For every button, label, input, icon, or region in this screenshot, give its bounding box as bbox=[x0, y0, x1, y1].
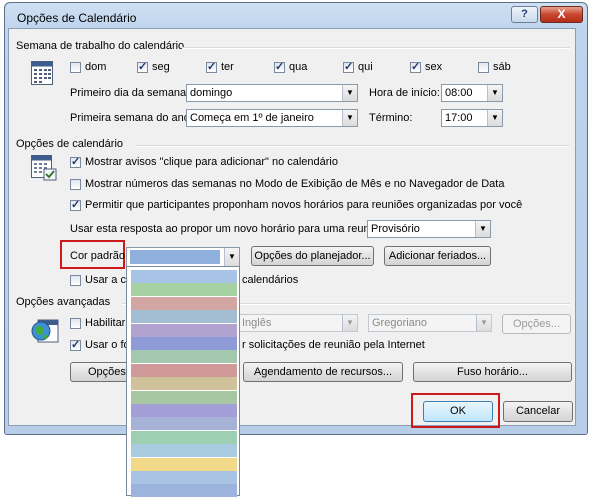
checkbox-seg[interactable] bbox=[137, 60, 148, 73]
checkbox-show-week-numbers[interactable] bbox=[70, 179, 81, 190]
section-divider bbox=[182, 47, 570, 49]
checkbox-label-sab: sáb bbox=[493, 61, 511, 73]
enable-label-start: Habilitar bbox=[85, 317, 126, 329]
color-option[interactable] bbox=[131, 404, 237, 417]
chevron-down-icon: ▼ bbox=[224, 248, 239, 266]
calendar-grid-icon bbox=[31, 61, 53, 85]
start-time-value: 08:00 bbox=[445, 87, 473, 99]
title-bar[interactable]: Opções de Calendário ? X bbox=[5, 3, 587, 31]
start-time-select[interactable]: 08:00 ▼ bbox=[441, 84, 503, 102]
checkbox-enable[interactable] bbox=[70, 318, 81, 329]
use-fo-label-start: Usar o fo bbox=[85, 339, 130, 351]
checkbox-qui[interactable] bbox=[343, 60, 354, 73]
end-time-select[interactable]: 17:00 ▼ bbox=[441, 109, 503, 127]
color-option[interactable] bbox=[131, 296, 237, 310]
add-holidays-button[interactable]: Adicionar feriados... bbox=[384, 246, 491, 266]
first-week-select[interactable]: Começa em 1º de janeiro ▼ bbox=[186, 109, 358, 127]
first-day-select[interactable]: domingo ▼ bbox=[186, 84, 358, 102]
chevron-down-icon: ▼ bbox=[487, 110, 502, 126]
color-option[interactable] bbox=[131, 363, 237, 377]
first-week-label: Primeira semana do ano: bbox=[70, 112, 193, 124]
use-fo-label-end: r solicitações de reunião pela Internet bbox=[242, 339, 425, 351]
checkbox-label-seg: seg bbox=[152, 61, 170, 73]
color-option[interactable] bbox=[131, 457, 237, 471]
chevron-down-icon: ▼ bbox=[342, 110, 357, 126]
window-title: Opções de Calendário bbox=[17, 11, 137, 25]
help-button[interactable]: ? bbox=[511, 6, 538, 23]
calendar-type-value: Gregoriano bbox=[372, 317, 428, 329]
first-day-value: domingo bbox=[190, 87, 233, 99]
globe-calendar-icon bbox=[31, 319, 59, 343]
color-option[interactable] bbox=[131, 417, 237, 431]
allow-propose-label: Permitir que participantes proponham nov… bbox=[85, 199, 523, 211]
resource-scheduling-button[interactable]: Agendamento de recursos... bbox=[243, 362, 403, 382]
end-time-label: Término: bbox=[369, 112, 413, 124]
section-title-advanced: Opções avançadas bbox=[16, 296, 111, 308]
close-button[interactable]: X bbox=[540, 6, 583, 23]
selected-color-swatch bbox=[130, 250, 220, 264]
cancel-button[interactable]: Cancelar bbox=[503, 401, 573, 422]
planner-options-button[interactable]: Opções do planejador... bbox=[251, 246, 374, 266]
chevron-down-icon: ▼ bbox=[342, 315, 357, 331]
response-select[interactable]: Provisório ▼ bbox=[367, 220, 491, 238]
checkbox-ter[interactable] bbox=[206, 60, 217, 73]
color-option[interactable] bbox=[131, 377, 237, 391]
language-value: Inglês bbox=[242, 317, 272, 329]
chevron-down-icon: ▼ bbox=[475, 221, 490, 237]
time-zone-button[interactable]: Fuso horário... bbox=[413, 362, 572, 382]
checkbox-use-free-busy[interactable] bbox=[70, 338, 81, 351]
section-title-calendar-options: Opções de calendário bbox=[16, 138, 124, 150]
ok-button[interactable]: OK bbox=[423, 401, 493, 422]
section-divider bbox=[136, 145, 570, 147]
checkbox-sex[interactable] bbox=[410, 60, 421, 73]
chevron-down-icon: ▼ bbox=[487, 85, 502, 101]
color-option[interactable] bbox=[131, 444, 237, 458]
color-option[interactable] bbox=[131, 310, 237, 324]
checkbox-dom[interactable] bbox=[70, 62, 81, 73]
checkbox-label-ter: ter bbox=[221, 61, 234, 73]
color-option[interactable] bbox=[131, 484, 237, 498]
use-color-label-end: calendários bbox=[242, 274, 299, 286]
section-title-work-week: Semana de trabalho do calendário bbox=[16, 40, 185, 52]
calendar-type-select[interactable]: Gregoriano ▼ bbox=[368, 314, 492, 332]
calendar-options-icon bbox=[31, 155, 57, 181]
response-value: Provisório bbox=[371, 223, 420, 235]
default-color-select[interactable]: ▼ bbox=[126, 247, 240, 267]
show-click-to-add-label: Mostrar avisos "clique para adicionar" n… bbox=[85, 156, 338, 168]
show-week-numbers-label: Mostrar números das semanas no Modo de E… bbox=[85, 178, 505, 190]
color-option[interactable] bbox=[131, 350, 237, 364]
chevron-down-icon: ▼ bbox=[342, 85, 357, 101]
color-option[interactable] bbox=[131, 337, 237, 350]
color-option[interactable] bbox=[131, 471, 237, 484]
default-color-label: Cor padrão: bbox=[70, 250, 129, 262]
checkbox-qua[interactable] bbox=[274, 60, 285, 73]
checkbox-label-sex: sex bbox=[425, 61, 443, 73]
color-dropdown-list[interactable] bbox=[126, 266, 240, 498]
response-label: Usar esta resposta ao propor um novo hor… bbox=[70, 223, 388, 235]
color-option[interactable] bbox=[131, 430, 237, 444]
chevron-down-icon: ▼ bbox=[476, 315, 491, 331]
language-select[interactable]: Inglês ▼ bbox=[238, 314, 358, 332]
color-option[interactable] bbox=[131, 283, 237, 297]
checkbox-label-qua: qua bbox=[289, 61, 308, 73]
checkbox-use-color[interactable] bbox=[70, 275, 81, 286]
color-option[interactable] bbox=[131, 390, 237, 404]
first-week-value: Começa em 1º de janeiro bbox=[190, 112, 314, 124]
advanced-options-button[interactable]: Opções... bbox=[502, 314, 571, 334]
color-option[interactable] bbox=[131, 270, 237, 283]
end-time-value: 17:00 bbox=[445, 112, 473, 124]
checkbox-sab[interactable] bbox=[478, 62, 489, 73]
checkbox-show-click-to-add[interactable] bbox=[70, 155, 81, 168]
start-time-label: Hora de início: bbox=[369, 87, 440, 99]
checkbox-label-dom: dom bbox=[85, 61, 107, 73]
first-day-label: Primeiro dia da semana: bbox=[70, 87, 190, 99]
color-option[interactable] bbox=[131, 323, 237, 337]
checkbox-label-qui: qui bbox=[358, 61, 373, 73]
checkbox-allow-propose[interactable] bbox=[70, 198, 81, 211]
